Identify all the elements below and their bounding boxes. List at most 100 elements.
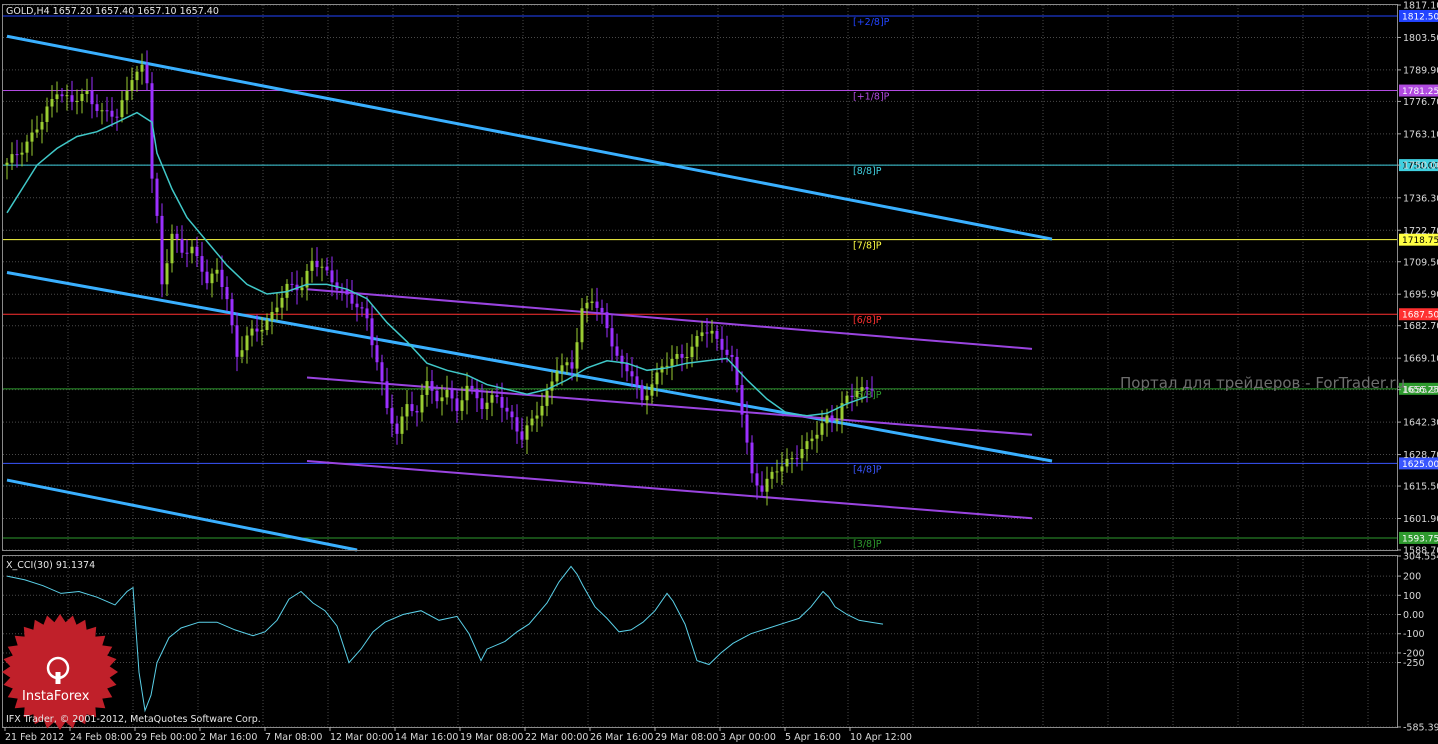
candle-body bbox=[570, 362, 574, 369]
candle-body bbox=[755, 473, 759, 486]
candle-body bbox=[615, 346, 619, 356]
candle-body bbox=[265, 320, 269, 331]
candle-body bbox=[580, 308, 584, 343]
candle-body bbox=[645, 395, 649, 401]
candle-body bbox=[655, 372, 659, 385]
y-tick-label: 1763.10 bbox=[1403, 129, 1438, 140]
candle-body bbox=[200, 256, 204, 272]
candle-body bbox=[535, 415, 539, 419]
candle-body bbox=[820, 423, 824, 435]
candle-body bbox=[10, 154, 14, 163]
background bbox=[0, 0, 1438, 744]
candle-body bbox=[110, 110, 114, 117]
candle-body bbox=[660, 366, 664, 373]
candle-body bbox=[870, 389, 874, 391]
candle-body bbox=[130, 80, 134, 91]
candle-body bbox=[680, 353, 684, 358]
candle-body bbox=[825, 415, 829, 424]
x-tick-label: 3 Apr 00:00 bbox=[720, 732, 776, 743]
cci-tick-label: -585.3956 bbox=[1403, 723, 1438, 734]
candle-body bbox=[310, 260, 314, 271]
candle-body bbox=[30, 132, 34, 142]
candle-body bbox=[215, 269, 219, 274]
candle-body bbox=[440, 397, 444, 402]
candle-body bbox=[300, 287, 304, 291]
candle-body bbox=[855, 390, 859, 398]
candle-body bbox=[340, 289, 344, 291]
level-label: [3/8]P bbox=[853, 539, 882, 550]
candle-body bbox=[145, 64, 149, 84]
candle-body bbox=[850, 395, 854, 398]
level-price-tag: 1781.25 bbox=[1402, 87, 1438, 97]
candle-body bbox=[100, 110, 104, 112]
candle-body bbox=[610, 328, 614, 347]
y-tick-label: 1601.90 bbox=[1403, 514, 1438, 525]
y-tick-label: 1817.10 bbox=[1403, 1, 1438, 12]
candle-body bbox=[705, 332, 709, 334]
y-tick-label: 1789.90 bbox=[1403, 65, 1438, 76]
level-label: [4/8]P bbox=[853, 464, 882, 475]
cci-tick-label: 200 bbox=[1403, 572, 1421, 583]
candle-body bbox=[420, 394, 424, 413]
candle-body bbox=[780, 466, 784, 472]
candle-body bbox=[70, 95, 74, 102]
cci-tick-label: 0.00 bbox=[1403, 610, 1424, 621]
candle-body bbox=[275, 307, 279, 313]
candle-body bbox=[170, 233, 174, 264]
candle-body bbox=[225, 286, 229, 300]
candle-body bbox=[410, 404, 414, 412]
level-price-tag: 1625.00 bbox=[1402, 460, 1438, 470]
candle-body bbox=[480, 398, 484, 410]
candle-body bbox=[745, 414, 749, 443]
candle-body bbox=[115, 116, 119, 118]
candle-body bbox=[520, 431, 524, 440]
candle-body bbox=[500, 396, 504, 408]
candle-body bbox=[250, 328, 254, 336]
candle-body bbox=[25, 141, 29, 153]
copyright-footer: IFX Trader, © 2001-2012, MetaQuotes Soft… bbox=[6, 714, 261, 725]
candle-body bbox=[650, 384, 654, 396]
y-tick-label: 1682.70 bbox=[1403, 321, 1438, 332]
candle-body bbox=[460, 400, 464, 411]
x-tick-label: 12 Mar 00:00 bbox=[330, 732, 393, 743]
candle-body bbox=[280, 297, 284, 308]
candle-body bbox=[490, 395, 494, 403]
x-tick-label: 24 Feb 08:00 bbox=[70, 732, 132, 743]
candle-body bbox=[540, 405, 544, 416]
candle-body bbox=[35, 129, 39, 133]
candle-body bbox=[220, 269, 224, 287]
candle-body bbox=[320, 266, 324, 268]
candle-body bbox=[640, 385, 644, 401]
candle-body bbox=[50, 99, 54, 107]
candle-body bbox=[390, 408, 394, 424]
candle-body bbox=[730, 354, 734, 357]
candle-body bbox=[180, 238, 184, 253]
candle-body bbox=[830, 415, 834, 422]
candle-body bbox=[430, 381, 434, 391]
x-tick-label: 5 Apr 16:00 bbox=[785, 732, 841, 743]
candle-body bbox=[160, 215, 164, 285]
candle-body bbox=[560, 365, 564, 372]
candle-body bbox=[815, 434, 819, 439]
level-label: [6/8]P bbox=[853, 315, 882, 326]
candle-body bbox=[800, 449, 804, 459]
candle-body bbox=[725, 349, 729, 355]
candle-body bbox=[545, 390, 549, 406]
cci-tick-label: -250 bbox=[1403, 658, 1425, 669]
candle-body bbox=[630, 371, 634, 377]
candle-body bbox=[585, 302, 589, 309]
y-tick-label: 1709.50 bbox=[1403, 257, 1438, 268]
candle-body bbox=[665, 365, 669, 367]
x-tick-label: 22 Mar 00:00 bbox=[525, 732, 588, 743]
candle-body bbox=[5, 162, 9, 166]
x-tick-label: 29 Mar 08:00 bbox=[655, 732, 718, 743]
x-tick-label: 2 Mar 16:00 bbox=[200, 732, 257, 743]
candle-body bbox=[175, 233, 179, 239]
candle-body bbox=[505, 407, 509, 412]
candle-body bbox=[210, 273, 214, 284]
candle-body bbox=[530, 418, 534, 426]
candle-body bbox=[60, 94, 64, 97]
y-tick-label: 1655.90 bbox=[1403, 385, 1438, 396]
candle-body bbox=[230, 299, 234, 326]
candle-body bbox=[240, 350, 244, 357]
